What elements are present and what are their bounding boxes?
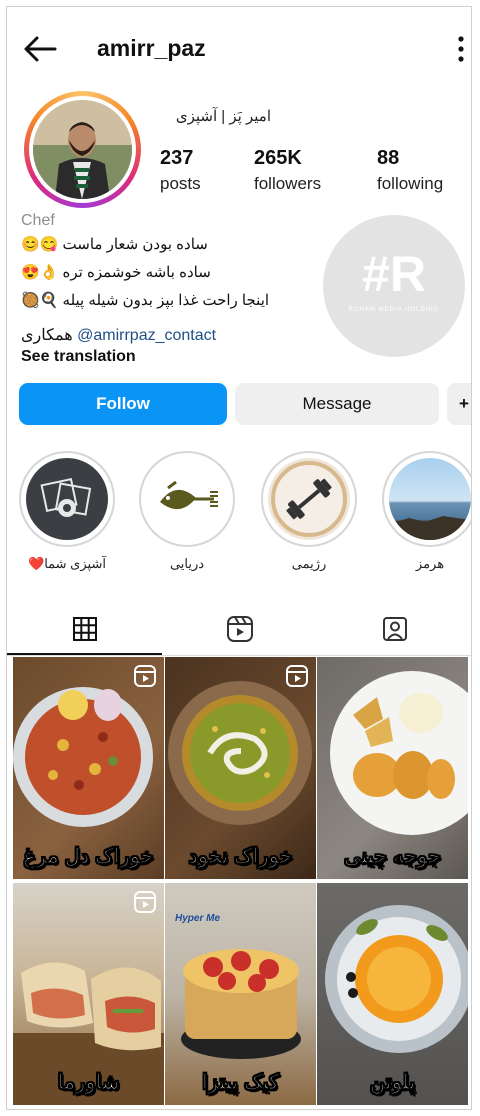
watermark-text: #R (362, 246, 426, 302)
tab-reels[interactable] (162, 603, 317, 655)
profile-category: Chef (21, 212, 55, 229)
profile-screen: amirr_paz امیر پَز | آشپزی 237 posts 265… (6, 6, 472, 1110)
bio-line-1: ساده بودن شعار ماست 😋😊 (21, 236, 208, 253)
hyper-me-badge: Hyper Me (175, 913, 221, 924)
highlight-label: رژیمی (291, 556, 327, 571)
post-caption: خوراک دل مرغ (23, 845, 154, 869)
message-button[interactable]: Message (235, 383, 439, 425)
following-stat[interactable]: 88 following (377, 147, 443, 194)
watermark-subtext: ROHAM MEDIA HOLDING (348, 307, 440, 313)
post-tile[interactable]: Hyper Me کیک پیتزا (165, 883, 316, 1105)
tab-posts-grid[interactable] (7, 603, 162, 655)
post-tile[interactable]: پلوتن (317, 883, 468, 1105)
reel-badge-icon (286, 665, 308, 687)
following-label: following (377, 174, 444, 193)
top-bar: amirr_paz (7, 25, 471, 73)
photo-gallery-icon (40, 477, 92, 517)
followers-count: 265K (254, 147, 302, 169)
posts-count: 237 (160, 147, 194, 169)
posts-grid: خوراک دل مرغ خوراک نخود جوجه چینی شاورما… (13, 657, 468, 1107)
post-caption: پلوتن (369, 1071, 416, 1095)
reel-badge-icon (134, 891, 156, 913)
profile-photo-icon (33, 100, 132, 199)
post-caption: جوجه چینی (343, 845, 442, 869)
posts-stat[interactable]: 237 posts (160, 147, 201, 194)
post-tile[interactable]: خوراک نخود (165, 657, 316, 879)
post-tile[interactable]: خوراک دل مرغ (13, 657, 164, 879)
highlight-item[interactable]: آشپزی شما❤️ (19, 451, 115, 572)
post-tile[interactable]: شاورما (13, 883, 164, 1105)
avatar-story-ring[interactable] (24, 91, 141, 208)
fish-fork-icon (160, 480, 218, 510)
highlight-item[interactable]: هرمز (382, 451, 471, 572)
bio-contact-line: همکاری @amirrpaz_contact (21, 325, 216, 345)
highlight-label: دریایی (169, 556, 205, 571)
contact-suffix: همکاری (21, 327, 73, 344)
highlight-cover (268, 458, 350, 540)
suggested-users-button[interactable]: + (447, 383, 471, 425)
posts-label: posts (160, 174, 201, 193)
highlight-cover (389, 458, 471, 540)
post-caption: شاورما (57, 1071, 120, 1095)
following-count: 88 (377, 147, 400, 169)
highlight-label: آشپزی شما❤️ (28, 556, 106, 571)
tab-tagged[interactable] (317, 603, 471, 655)
avatar (33, 100, 132, 199)
highlight-cover (26, 458, 108, 540)
tagged-user-icon (382, 617, 407, 641)
reel-badge-icon (134, 665, 156, 687)
highlight-cover (146, 458, 228, 540)
back-arrow-icon[interactable] (23, 35, 57, 63)
post-caption: کیک پیتزا (202, 1071, 280, 1095)
seaside-photo-icon (389, 516, 471, 540)
highlight-label: هرمز (415, 556, 445, 571)
follow-button[interactable]: Follow (19, 383, 227, 425)
reels-icon (226, 616, 253, 642)
followers-stat[interactable]: 265K followers (254, 147, 321, 194)
see-translation-link[interactable]: See translation (21, 348, 136, 366)
bio-line-3: اینجا راحت غذا بپز بدون شیله پیله 🍳🥘 (21, 292, 270, 309)
followers-label: followers (254, 174, 322, 193)
username-title: amirr_paz (97, 35, 206, 61)
profile-tabs (7, 603, 471, 655)
highlight-item[interactable]: دریایی (139, 451, 235, 572)
dumbbell-icon (271, 461, 347, 537)
profile-full-name: امیر پَز | آشپزی (175, 108, 271, 125)
watermark-logo: #R ROHAM MEDIA HOLDING (323, 215, 465, 357)
post-tile[interactable]: جوجه چینی (317, 657, 468, 879)
bio-line-2: ساده باشه خوشمزه تره 👌😍 (21, 264, 211, 281)
more-options-icon[interactable] (457, 35, 465, 63)
grid-icon (72, 617, 97, 641)
highlight-item[interactable]: رژیمی (261, 451, 357, 572)
tabs-divider (7, 655, 471, 656)
contact-mention-link[interactable]: @amirrpaz_contact (77, 327, 216, 344)
post-caption: خوراک نخود (188, 845, 293, 869)
